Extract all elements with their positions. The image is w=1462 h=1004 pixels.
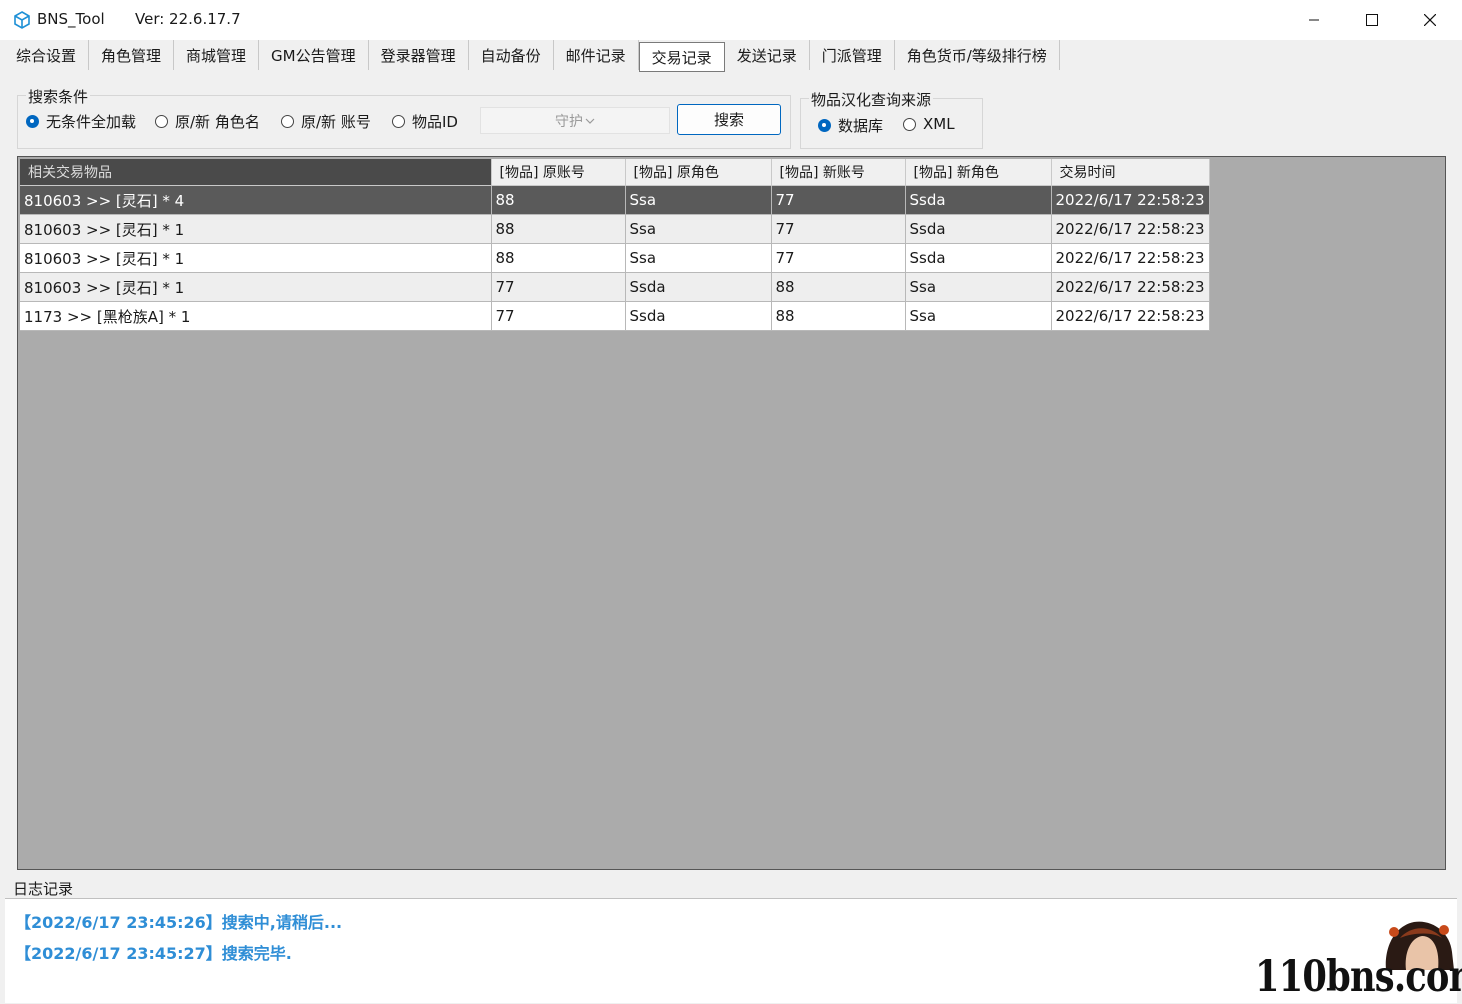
trade-records-grid[interactable]: 相关交易物品 [物品] 原账号 [物品] 原角色 [物品] 新账号 [物品] 新… <box>17 156 1446 870</box>
cell-trade-time: 2022/6/17 22:58:23 <box>1051 272 1210 302</box>
maximize-button[interactable] <box>1343 0 1401 40</box>
radio-label: 数据库 <box>838 117 884 135</box>
radio-checked-icon <box>26 115 39 128</box>
item-id-combo[interactable]: 守护 <box>480 107 670 134</box>
radio-unchecked-icon <box>155 115 168 128</box>
cell-orig-role: Ssa <box>625 185 772 215</box>
app-title: BNS_Tool <box>37 10 105 28</box>
log-output[interactable]: 【2022/6/17 23:45:26】搜索中,请稍后... 【2022/6/1… <box>5 898 1457 1003</box>
cell-new-role: Ssa <box>905 272 1052 302</box>
cell-orig-account: 88 <box>491 214 626 244</box>
search-conditions-title: 搜索条件 <box>26 86 91 107</box>
column-header-orig-account[interactable]: [物品] 原账号 <box>491 159 626 186</box>
radio-label: 原/新 账号 <box>301 113 371 131</box>
cell-item: 810603 >> [灵石] * 1 <box>20 214 492 244</box>
tab-send-records[interactable]: 发送记录 <box>725 40 810 70</box>
cell-new-role: Ssda <box>905 214 1052 244</box>
column-header-trade-time[interactable]: 交易时间 <box>1051 159 1210 186</box>
cell-new-account: 77 <box>771 214 906 244</box>
cell-new-role: Ssda <box>905 185 1052 215</box>
radio-item-id[interactable]: 物品ID <box>392 111 458 132</box>
log-line: 【2022/6/17 23:45:27】搜索完毕. <box>15 944 292 963</box>
cell-orig-role: Ssa <box>625 214 772 244</box>
combo-value: 守护 <box>555 113 583 130</box>
cell-trade-time: 2022/6/17 22:58:23 <box>1051 243 1210 273</box>
tab-trade-records[interactable]: 交易记录 <box>638 42 725 72</box>
radio-label: 原/新 角色名 <box>175 113 260 131</box>
table-row[interactable]: 810603 >> [灵石] * 4 88 Ssa 77 Ssda 2022/6… <box>20 185 1210 215</box>
tab-mail-records[interactable]: 邮件记录 <box>554 40 639 70</box>
search-button[interactable]: 搜索 <box>677 104 781 135</box>
radio-label: XML <box>923 115 955 133</box>
cell-item: 810603 >> [灵石] * 1 <box>20 272 492 302</box>
app-cube-icon <box>14 11 30 29</box>
title-bar: BNS_Tool Ver: 22.6.17.7 <box>0 0 1462 40</box>
radio-source-xml[interactable]: XML <box>903 115 955 133</box>
cell-new-role: Ssda <box>905 243 1052 273</box>
cell-orig-account: 77 <box>491 301 626 331</box>
watermark-text: 110bns.com <box>1255 952 1462 1002</box>
table-row[interactable]: 810603 >> [灵石] * 1 77 Ssda 88 Ssa 2022/6… <box>20 272 1210 302</box>
tab-role-management[interactable]: 角色管理 <box>89 40 175 70</box>
tab-shop-management[interactable]: 商城管理 <box>174 40 260 70</box>
tab-guild-management[interactable]: 门派管理 <box>810 40 895 70</box>
radio-account[interactable]: 原/新 账号 <box>281 111 371 132</box>
radio-load-all[interactable]: 无条件全加载 <box>26 111 136 132</box>
cell-orig-account: 88 <box>491 243 626 273</box>
column-header-new-role[interactable]: [物品] 新角色 <box>905 159 1052 186</box>
cell-orig-role: Ssda <box>625 272 772 302</box>
table-header-row: 相关交易物品 [物品] 原账号 [物品] 原角色 [物品] 新账号 [物品] 新… <box>20 159 1210 186</box>
tab-ranking[interactable]: 角色货币/等级排行榜 <box>895 40 1060 70</box>
cell-orig-account: 88 <box>491 185 626 215</box>
close-icon <box>1424 14 1436 26</box>
close-button[interactable] <box>1401 0 1459 40</box>
log-label: 日志记录 <box>13 880 74 898</box>
cell-new-account: 77 <box>771 243 906 273</box>
cell-new-role: Ssa <box>905 301 1052 331</box>
cell-orig-role: Ssa <box>625 243 772 273</box>
minimize-button[interactable] <box>1285 0 1343 40</box>
app-version: Ver: 22.6.17.7 <box>135 10 241 28</box>
tab-launcher-management[interactable]: 登录器管理 <box>369 40 469 70</box>
tab-gm-notice[interactable]: GM公告管理 <box>259 40 369 70</box>
column-header-orig-role[interactable]: [物品] 原角色 <box>625 159 772 186</box>
minimize-icon <box>1309 19 1319 21</box>
maximize-icon <box>1366 14 1378 26</box>
radio-label: 无条件全加载 <box>46 113 137 131</box>
trade-table: 相关交易物品 [物品] 原账号 [物品] 原角色 [物品] 新账号 [物品] 新… <box>20 159 1210 331</box>
cell-new-account: 88 <box>771 272 906 302</box>
radio-unchecked-icon <box>392 115 405 128</box>
radio-source-database[interactable]: 数据库 <box>818 115 883 136</box>
table-row[interactable]: 1173 >> [黑枪族A] * 1 77 Ssda 88 Ssa 2022/6… <box>20 301 1210 331</box>
cell-trade-time: 2022/6/17 22:58:23 <box>1051 301 1210 331</box>
cell-item: 1173 >> [黑枪族A] * 1 <box>20 301 492 331</box>
cell-orig-role: Ssda <box>625 301 772 331</box>
cell-trade-time: 2022/6/17 22:58:23 <box>1051 185 1210 215</box>
cell-new-account: 88 <box>771 301 906 331</box>
tab-general-settings[interactable]: 综合设置 <box>4 40 90 70</box>
radio-unchecked-icon <box>903 117 916 131</box>
log-line: 【2022/6/17 23:45:26】搜索中,请稍后... <box>15 913 343 932</box>
radio-label: 物品ID <box>412 113 458 131</box>
tab-strip: 综合设置 角色管理 商城管理 GM公告管理 登录器管理 自动备份 邮件记录 交易… <box>4 40 1060 72</box>
table-row[interactable]: 810603 >> [灵石] * 1 88 Ssa 77 Ssda 2022/6… <box>20 243 1210 273</box>
cell-item: 810603 >> [灵石] * 1 <box>20 243 492 273</box>
cell-new-account: 77 <box>771 185 906 215</box>
column-header-item[interactable]: 相关交易物品 <box>20 159 492 186</box>
chevron-down-icon <box>585 118 595 124</box>
radio-role-name[interactable]: 原/新 角色名 <box>155 111 260 132</box>
cell-item: 810603 >> [灵石] * 4 <box>20 185 492 215</box>
tab-auto-backup[interactable]: 自动备份 <box>469 40 554 70</box>
column-header-new-account[interactable]: [物品] 新账号 <box>771 159 906 186</box>
cell-trade-time: 2022/6/17 22:58:23 <box>1051 214 1210 244</box>
radio-unchecked-icon <box>281 115 294 128</box>
cell-orig-account: 77 <box>491 272 626 302</box>
table-row[interactable]: 810603 >> [灵石] * 1 88 Ssa 77 Ssda 2022/6… <box>20 214 1210 244</box>
radio-checked-icon <box>818 119 831 132</box>
source-group-title: 物品汉化查询来源 <box>809 89 934 110</box>
